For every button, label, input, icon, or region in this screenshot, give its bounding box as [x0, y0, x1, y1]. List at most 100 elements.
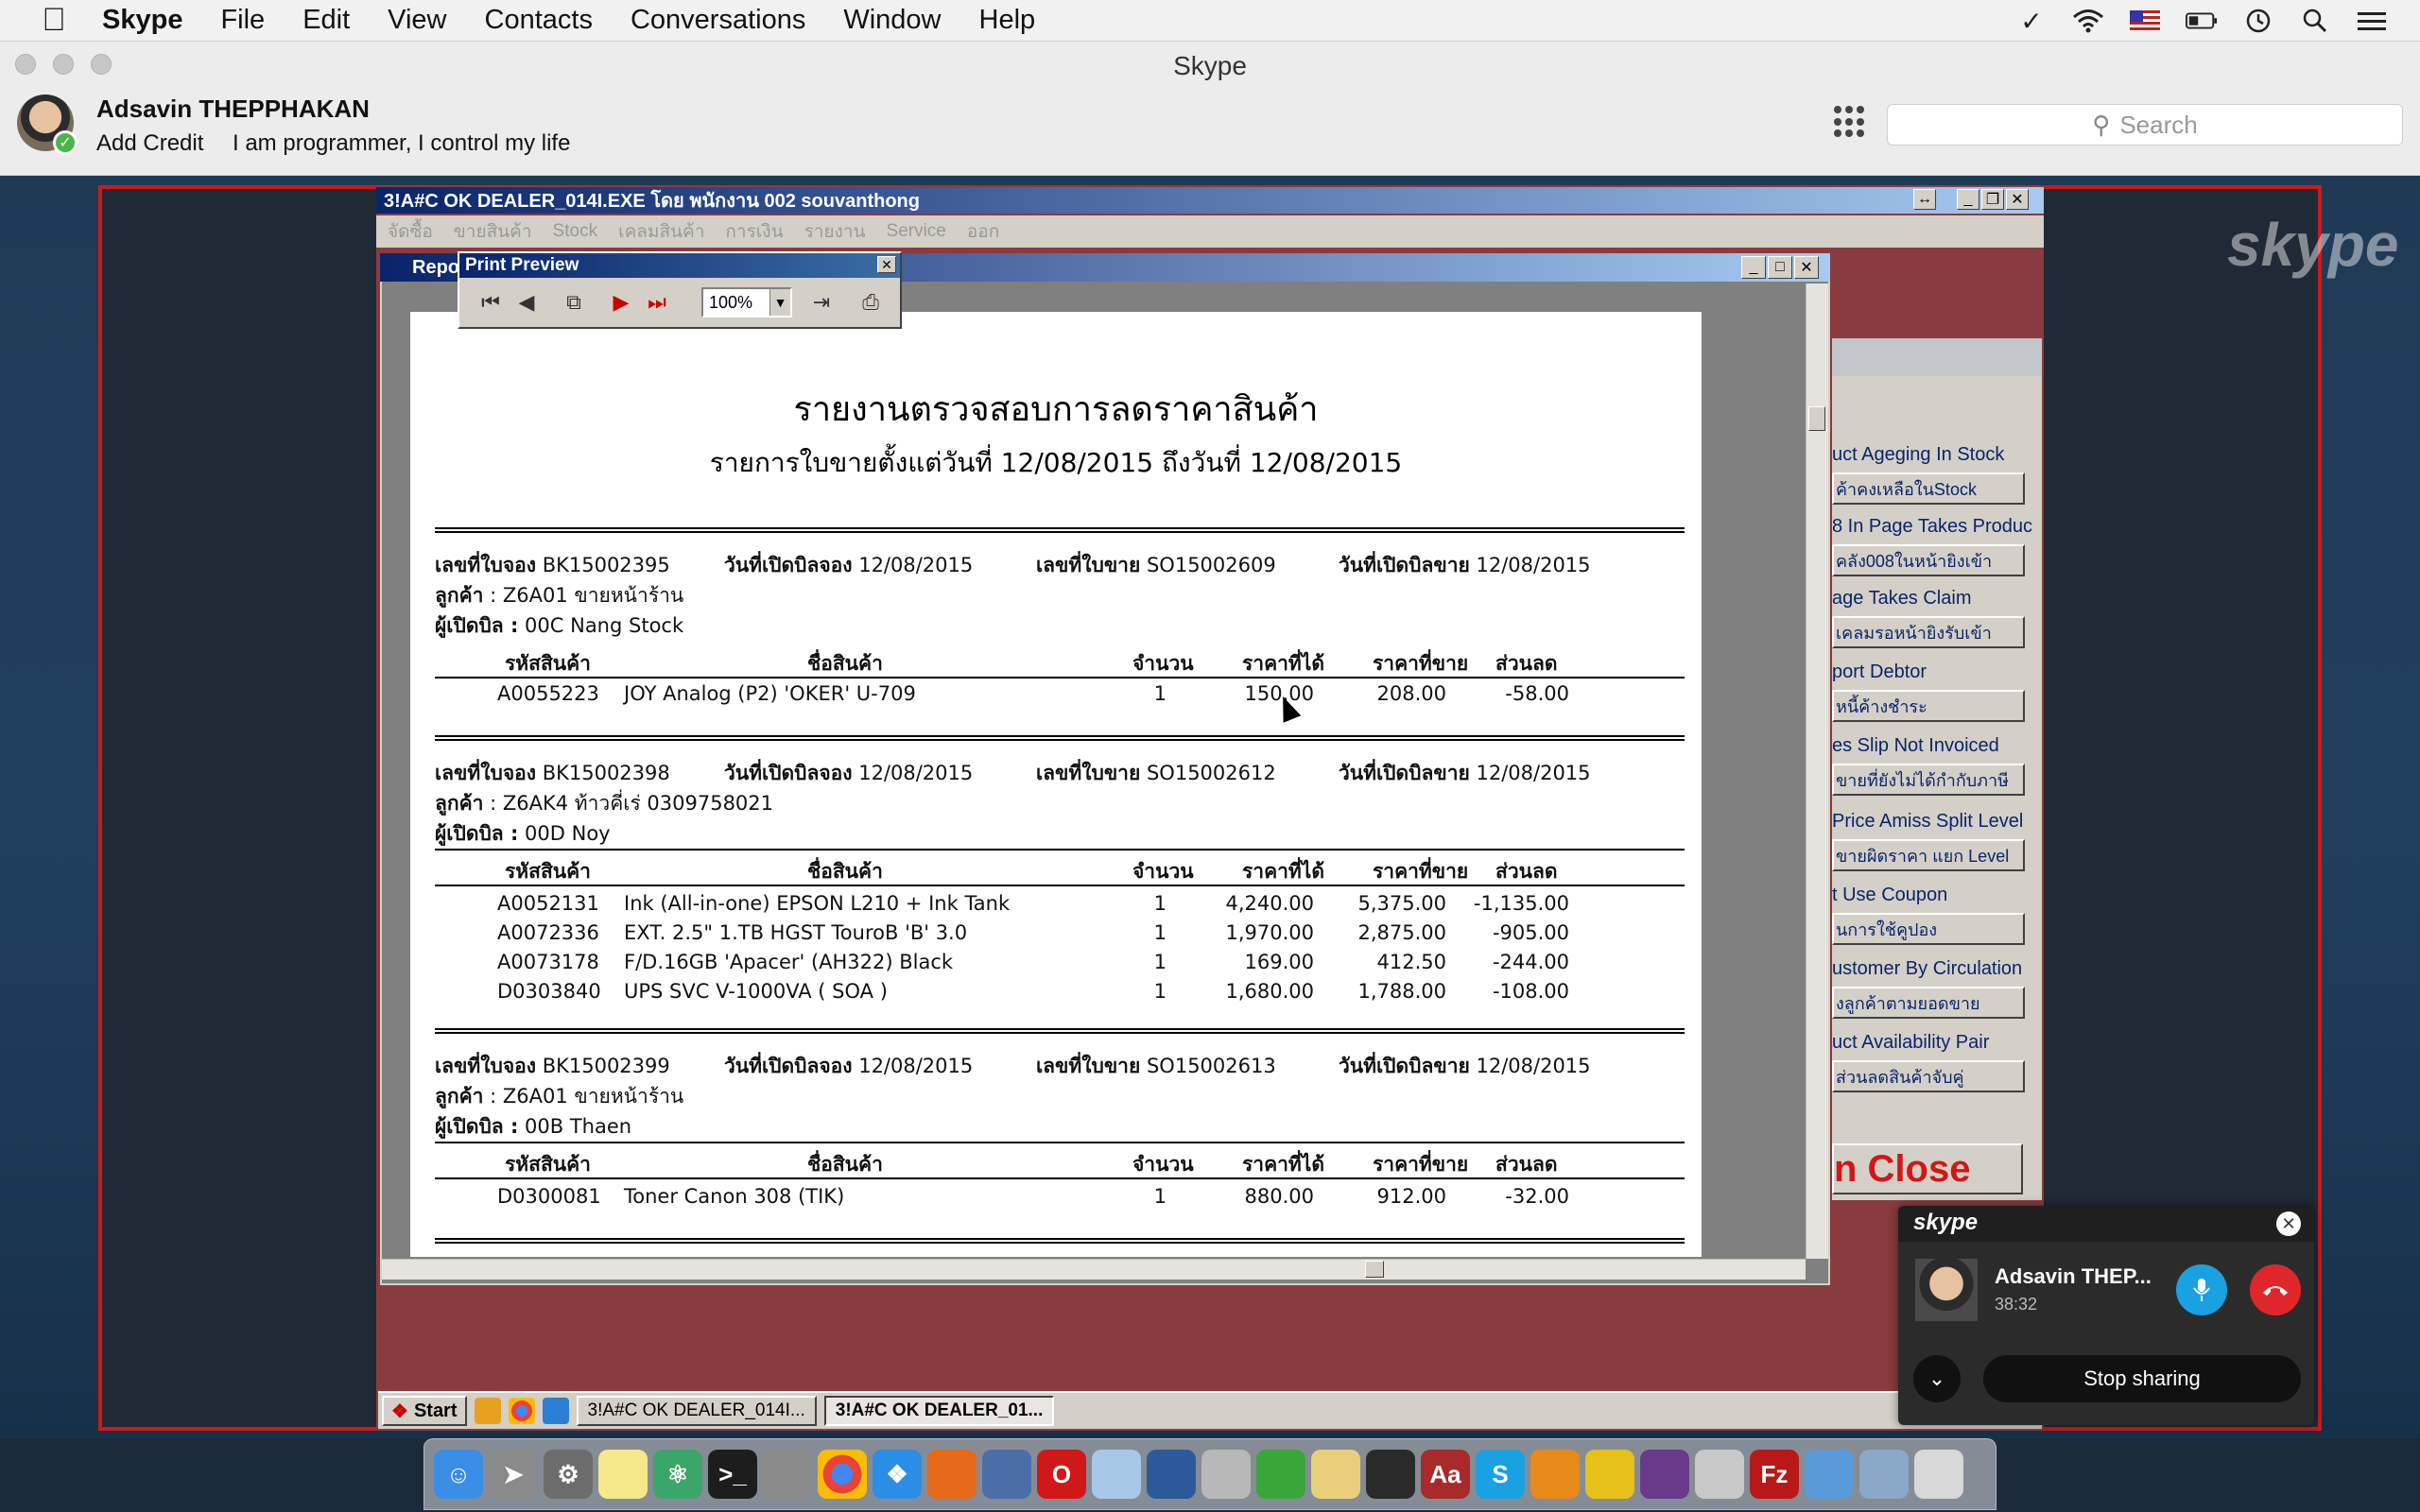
chrome-icon[interactable]	[508, 1398, 535, 1424]
vlc-icon[interactable]	[1530, 1450, 1580, 1499]
us-flag-icon[interactable]	[2129, 7, 2161, 35]
menu-skype[interactable]: Skype	[102, 5, 182, 36]
mood-message[interactable]: I am programmer, I control my life	[233, 130, 570, 157]
clock-icon[interactable]	[2242, 7, 2274, 35]
atom-icon[interactable]: ⚛	[653, 1450, 702, 1499]
report-option-button[interactable]: นการใช้คูปอง	[1832, 913, 2025, 945]
report-option-button[interactable]: หนี้ค้างชำระ	[1832, 690, 2025, 722]
report-option-button[interactable]: งลูกค้าตามยอดขาย	[1832, 987, 2025, 1019]
menu-contacts[interactable]: Contacts	[485, 5, 593, 36]
menu-purchase[interactable]: จัดซื้อ	[388, 217, 433, 246]
close-icon[interactable]: ✕	[2276, 1211, 2301, 1236]
report-option-button[interactable]: ค้าคงเหลือในStock	[1832, 472, 2025, 505]
chevron-down-icon[interactable]: ▼	[769, 289, 790, 316]
dialpad-icon[interactable]	[1834, 106, 1866, 138]
report-option-label[interactable]: uct Ageging In Stock	[1832, 444, 2042, 466]
app-restore-button[interactable]: ❐	[1981, 189, 2004, 210]
menu-view[interactable]: View	[388, 5, 446, 36]
user-name[interactable]: Adsavin THEPPHAKAN	[96, 94, 370, 124]
next-page-icon[interactable]: ▶	[605, 287, 637, 318]
apple-icon[interactable]: 	[38, 2, 70, 38]
menu-help[interactable]: Help	[979, 5, 1036, 36]
quicklaunch-app-icon[interactable]	[474, 1398, 501, 1424]
stickies-icon[interactable]	[1311, 1450, 1360, 1499]
end-call-icon[interactable]	[2250, 1264, 2301, 1315]
checklist-icon[interactable]: ✓	[2015, 7, 2048, 36]
chevron-down-icon[interactable]: ⌄	[1913, 1355, 1961, 1402]
downloads-folder-icon[interactable]	[1859, 1450, 1909, 1499]
microphone-icon[interactable]	[2176, 1264, 2227, 1315]
github-icon[interactable]	[1640, 1450, 1689, 1499]
sequel-pro-icon[interactable]	[763, 1450, 812, 1499]
menu-report[interactable]: รายงาน	[804, 217, 866, 246]
menu-claim[interactable]: เคลมสินค้า	[618, 217, 704, 246]
report-option-button[interactable]: ขายที่ยังไม่ได้กำกับภาษี	[1832, 764, 2025, 796]
prev-page-icon[interactable]: ◀	[510, 287, 543, 318]
report-option-label[interactable]: t Use Coupon	[1832, 885, 2042, 906]
report-option-button[interactable]: คลัง008ในหน้ายิงเข้า	[1832, 544, 2025, 576]
archive-icon[interactable]	[1585, 1450, 1634, 1499]
scroll-thumb[interactable]	[1808, 406, 1825, 431]
menu-service[interactable]: Service	[887, 221, 946, 242]
report-option-button[interactable]: ส่วนลดสินค้าจับคู่	[1832, 1060, 2025, 1092]
scroll-thumb[interactable]	[1365, 1261, 1384, 1278]
search-input[interactable]: ⚲ Search	[1887, 104, 2403, 146]
report-maximize-button[interactable]: □	[1768, 256, 1792, 279]
app-minimize-button[interactable]: _	[1957, 189, 1979, 210]
report-option-button[interactable]: ขายผิดราคา แยก Level	[1832, 839, 2025, 871]
report-option-label[interactable]: es Slip Not Invoiced	[1832, 735, 2042, 757]
ie-icon[interactable]	[542, 1398, 569, 1424]
report-option-label[interactable]: port Debtor	[1832, 662, 2042, 683]
firefox-icon[interactable]	[927, 1450, 977, 1499]
report-option-label[interactable]: uct Availability Pair	[1832, 1032, 2042, 1054]
report-minimize-button[interactable]: _	[1741, 256, 1766, 279]
menu-exit[interactable]: ออก	[967, 217, 999, 246]
notes-icon[interactable]	[598, 1450, 648, 1499]
menu-sales[interactable]: ขายสินค้า	[454, 217, 532, 246]
menu-window[interactable]: Window	[843, 5, 941, 36]
menu-file[interactable]: File	[220, 5, 265, 36]
system-preferences-icon[interactable]: ⚙	[544, 1450, 593, 1499]
app-resize-icon[interactable]: ↔	[1913, 189, 1936, 210]
terminal-icon[interactable]: >_	[708, 1450, 757, 1499]
start-button[interactable]: ❖ Start	[382, 1396, 467, 1426]
first-page-icon[interactable]: ⏮	[475, 287, 507, 318]
last-page-icon[interactable]: ⏭	[641, 287, 673, 318]
safari-icon[interactable]: ❖	[873, 1450, 922, 1499]
report-option-label[interactable]: 8 In Page Takes Produc	[1832, 516, 2042, 538]
xcode-icon[interactable]	[1805, 1450, 1854, 1499]
opera-icon[interactable]: O	[1037, 1450, 1086, 1499]
export-icon[interactable]: ⇥	[805, 287, 838, 318]
menu-edit[interactable]: Edit	[302, 5, 350, 36]
disk-utility-icon[interactable]	[1201, 1450, 1251, 1499]
sourcetree-icon[interactable]	[1147, 1450, 1196, 1499]
menu-stock[interactable]: Stock	[553, 221, 598, 242]
activity-monitor-icon[interactable]	[1366, 1450, 1415, 1499]
spotlight-icon[interactable]	[2299, 7, 2331, 35]
network-tool-icon[interactable]	[1256, 1450, 1305, 1499]
filezilla-icon[interactable]: Fz	[1750, 1450, 1799, 1499]
report-vertical-scrollbar[interactable]	[1806, 284, 1828, 1259]
taskbar-item[interactable]: 3!A#C OK DEALER_014I...	[576, 1396, 817, 1426]
wireless-icon[interactable]	[1695, 1450, 1744, 1499]
stop-sharing-button[interactable]: Stop sharing	[1983, 1355, 2301, 1402]
menu-conversations[interactable]: Conversations	[631, 5, 805, 36]
report-option-button[interactable]: เคลมรอหน้ายิงรับเข้า	[1832, 616, 2025, 648]
report-close-button[interactable]: ✕	[1794, 256, 1819, 279]
report-option-label[interactable]: Price Amiss Split Level	[1832, 811, 2042, 833]
remote-desktop-icon[interactable]	[982, 1450, 1031, 1499]
wifi-icon[interactable]	[2072, 7, 2104, 35]
launchpad-icon[interactable]: ➤	[489, 1450, 538, 1499]
list-icon[interactable]	[2356, 7, 2388, 35]
menu-finance[interactable]: การเงิน	[725, 217, 783, 246]
report-option-label[interactable]: ustomer By Circulation	[1832, 958, 2042, 980]
multi-page-icon[interactable]: ⧉	[558, 287, 590, 318]
skype-icon[interactable]: S	[1476, 1450, 1525, 1499]
taskbar-item-active[interactable]: 3!A#C OK DEALER_01...	[823, 1396, 1055, 1426]
printer-icon[interactable]: ⎙	[855, 287, 887, 318]
report-horizontal-scrollbar[interactable]	[382, 1259, 1806, 1280]
app-close-button[interactable]: ✕	[2006, 189, 2029, 210]
report-option-label[interactable]: age Takes Claim	[1832, 588, 2042, 610]
print-preview-close-button[interactable]: ✕	[877, 256, 896, 273]
battery-icon[interactable]	[2186, 7, 2218, 35]
